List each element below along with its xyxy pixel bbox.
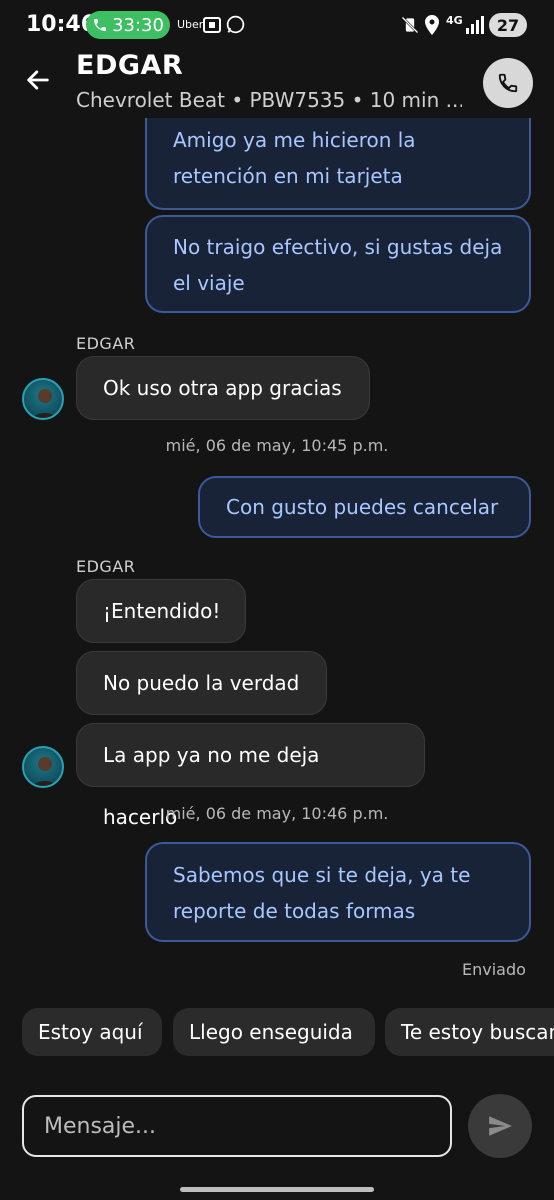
my-message: Sabemos que si te deja, ya te reporte de…	[145, 842, 531, 942]
chip-label: Estoy aquí	[38, 1020, 143, 1044]
my-message: No traigo efectivo, si gustas deja el vi…	[145, 215, 531, 313]
driver-photo	[32, 389, 58, 418]
call-button[interactable]	[483, 58, 533, 108]
battery-level: 27	[496, 15, 520, 35]
chip-label: Llego enseguida	[189, 1020, 353, 1044]
phone-icon	[498, 73, 518, 93]
sender-name: EDGAR	[76, 334, 136, 353]
driver-photo	[32, 757, 58, 786]
call-timer: 33:30	[112, 14, 164, 36]
avatar	[22, 378, 64, 420]
my-message: Con gusto puedes cancelar	[198, 476, 531, 538]
quick-reply-chip[interactable]: Estoy aquí	[22, 1008, 162, 1056]
home-indicator[interactable]	[180, 1187, 374, 1192]
contact-message: No puedo la verdad	[76, 651, 327, 715]
contact-message: Ok uso otra app gracias	[76, 356, 370, 420]
signal-icon	[466, 16, 484, 34]
contact-message: La app ya no me deja hacerlo	[76, 723, 425, 829]
quick-reply-chip[interactable]: Te estoy buscando	[385, 1008, 554, 1056]
battery-indicator: 27	[489, 13, 527, 37]
timestamp: mié, 06 de may, 10:45 p.m.	[165, 436, 389, 455]
contact-message: ¡Entendido!	[76, 579, 246, 643]
phone-icon	[94, 19, 107, 31]
ongoing-call-pill[interactable]: 33:30	[86, 11, 170, 39]
sender-name: EDGAR	[76, 557, 136, 576]
timestamp: mié, 06 de may, 10:46 p.m.	[165, 804, 389, 823]
send-button[interactable]	[468, 1094, 532, 1158]
chip-label: Te estoy buscando	[401, 1020, 554, 1044]
vibrate-mute-icon	[401, 16, 419, 34]
contact-name: EDGAR	[76, 50, 184, 81]
message-input[interactable]	[22, 1095, 452, 1157]
avatar	[22, 746, 64, 788]
screenshot-icon	[203, 17, 221, 33]
delivery-status: Enviado	[462, 960, 526, 979]
whatsapp-icon	[226, 15, 245, 34]
back-arrow-icon[interactable]	[24, 66, 52, 94]
location-icon	[425, 15, 439, 35]
network-type: 4G	[446, 14, 463, 27]
send-icon	[489, 1116, 512, 1136]
uber-notification-label: Uber	[177, 18, 204, 31]
my-message: Amigo ya me hicieron la retención en mi …	[145, 118, 531, 210]
trip-details: Chevrolet Beat • PBW7535 • 10 min ...	[76, 88, 462, 112]
quick-reply-chip[interactable]: Llego enseguida	[173, 1008, 375, 1056]
